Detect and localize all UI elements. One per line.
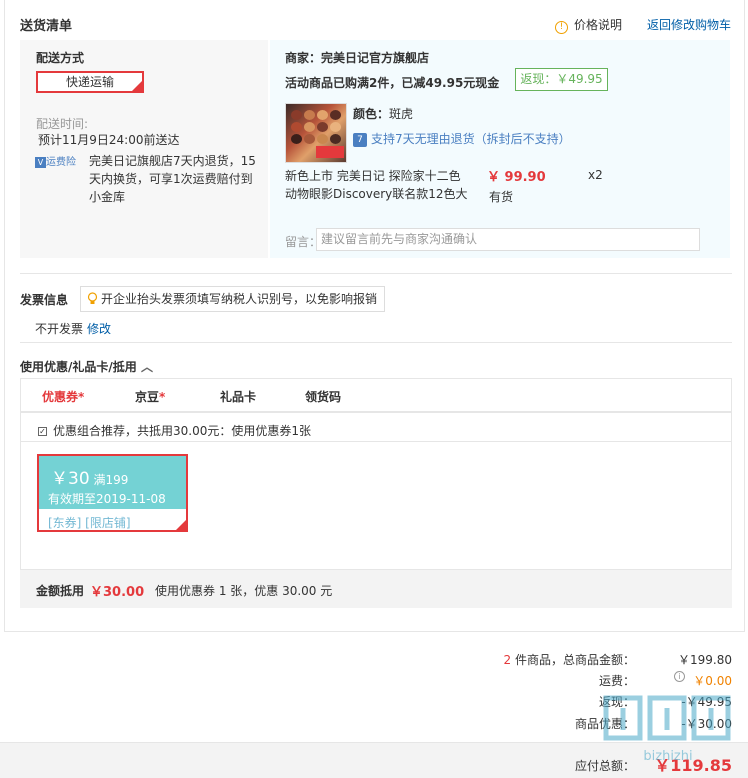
recommend-option[interactable]: ✓ 优惠组合推荐，共抵用30.00元：使用优惠券1张: [38, 422, 311, 439]
coupon-card[interactable]: ￥30 满199 有效期至2019-11-08 [东券] [限店铺]: [37, 454, 188, 532]
return-policy: 7 支持7天无理由退货（拆封后不支持）: [353, 130, 571, 147]
recommend-text: 优惠组合推荐，共抵用30.00元：使用优惠券1张: [53, 424, 311, 438]
tab-coupons-mark: *: [78, 390, 85, 404]
freight-amount: ￥0.00: [693, 674, 732, 688]
tab-jingdou-mark: *: [159, 390, 166, 404]
lightbulb-icon: [87, 292, 98, 304]
product-title-line2: 动物眼影Discovery联名款12色大: [285, 187, 468, 201]
selected-corner-icon: [132, 81, 142, 91]
invoice-tip-text: 开企业抬头发票须填写纳税人识别号，以免影响报销: [101, 292, 378, 306]
coupon-section-title: 使用优惠/礼品卡/抵用: [20, 360, 137, 374]
return-policy-text: 支持7天无理由退货（拆封后不支持）: [371, 132, 571, 146]
invoice-edit-link[interactable]: 修改: [87, 320, 111, 337]
price-note-link[interactable]: ! 价格说明: [555, 16, 622, 34]
palette-swatches: [291, 110, 341, 144]
shield-icon: V: [35, 156, 46, 168]
divider: [20, 342, 732, 343]
product-quantity: x2: [588, 168, 603, 182]
freight-label: 运费：: [598, 674, 635, 688]
info-icon[interactable]: i: [674, 671, 685, 682]
coupon-tags: [东券] [限店铺]: [48, 516, 131, 530]
insurance-badge-label: 运费险: [46, 157, 76, 168]
invoice-value: 不开发票: [35, 322, 84, 336]
coupon-card-header: ￥30 满199 有效期至2019-11-08: [39, 456, 186, 509]
coupon-section-toggle[interactable]: 使用优惠/礼品卡/抵用 ︿: [20, 358, 153, 375]
delivery-time-label: 配送时间:: [36, 117, 89, 131]
tab-coupons[interactable]: 优惠券*: [42, 388, 84, 405]
tab-coupons-label: 优惠券: [42, 390, 79, 404]
color-option: 颜色：斑虎: [353, 105, 413, 122]
watermark-logo: bizhizhi: [603, 695, 731, 764]
divider: [21, 441, 731, 442]
color-value: 斑虎: [389, 107, 414, 121]
selected-corner-icon: [176, 520, 186, 530]
rebate-badge: 返现：￥49.95: [515, 68, 608, 91]
return-icon: 7: [353, 132, 367, 147]
price-note-label: 价格说明: [574, 18, 623, 32]
delivery-title: 送货清单: [20, 19, 73, 34]
tab-redeem-code[interactable]: 领货码: [305, 388, 341, 405]
merchant-name: 商家：完美日记官方旗舰店: [285, 49, 429, 66]
product-title-line1: 新色上市 完美日记 探险家十二色: [285, 169, 461, 183]
coupon-expiry: 有效期至2019-11-08: [48, 492, 166, 506]
discount-value: ￥30.00: [90, 585, 145, 600]
coupon-amount: ￥30 满199: [51, 464, 128, 489]
svg-text:bizhizhi: bizhizhi: [643, 749, 692, 764]
product-title-link[interactable]: 新色上市 完美日记 探险家十二色 动物眼影Discovery联名款12色大: [285, 167, 468, 203]
product-price: ￥ 99.90: [487, 170, 546, 185]
coupon-tabs: 优惠券* 京豆* 礼品卡 领货码: [20, 378, 732, 412]
tab-gift-card[interactable]: 礼品卡: [220, 388, 256, 405]
info-icon: !: [555, 21, 568, 34]
coupon-amount-value: ￥30: [51, 469, 90, 489]
memo-input[interactable]: 建议留言前先与商家沟通确认: [316, 228, 700, 251]
express-shipping-button[interactable]: 快递运输: [36, 71, 144, 93]
insurance-text-line3: 小金库: [89, 190, 126, 204]
stock-status: 有货: [489, 190, 514, 204]
divider: [20, 273, 732, 274]
insurance-text-prefix: 完: [89, 154, 102, 168]
delivery-method-label: 配送方式: [36, 51, 85, 65]
color-label: 颜色：: [353, 107, 390, 121]
coupon-threshold: 满199: [93, 473, 129, 487]
insurance-text-line1: 美日记旗舰店7天内退货，15: [101, 154, 256, 168]
product-thumbnail[interactable]: [285, 103, 347, 163]
checkbox[interactable]: ✓: [38, 427, 47, 436]
invoice-title: 发票信息: [20, 293, 69, 307]
total-amount: ￥199.80: [678, 653, 732, 667]
promo-tag-icon: [316, 146, 344, 158]
merchant-value: 完美日记官方旗舰店: [321, 51, 430, 65]
tab-jingdou[interactable]: 京豆*: [135, 388, 165, 405]
insurance-description: 完美日记旗舰店7天内退货，15 天内换货，可享1次运费赔付到 小金库: [89, 152, 256, 206]
promo-text: 活动商品已购满2件，已减49.95元现金: [285, 76, 500, 90]
delivery-time-value: 预计11月9日24:00前送达: [38, 133, 180, 147]
shipping-option-label: 快递运输: [65, 75, 114, 89]
merchant-label: 商家：: [285, 51, 322, 65]
discount-label: 金额抵用: [36, 584, 85, 598]
discount-description: 使用优惠券 1 张，优惠 30.00 元: [155, 584, 333, 598]
item-count-label: 件商品，总商品金额：: [511, 653, 635, 667]
tab-jingdou-label: 京豆: [135, 390, 160, 404]
insurance-text-line2: 天内换货，可享1次运费赔付到: [89, 172, 253, 186]
back-to-cart-link[interactable]: 返回修改购物车: [647, 16, 731, 33]
chevron-up-icon: ︿: [140, 360, 153, 374]
total-items-label: 2 件商品，总商品金额：: [504, 651, 635, 668]
invoice-tip: 开企业抬头发票须填写纳税人识别号，以免影响报销: [80, 286, 385, 312]
freight-insurance-badge: V 运费险: [35, 153, 76, 168]
